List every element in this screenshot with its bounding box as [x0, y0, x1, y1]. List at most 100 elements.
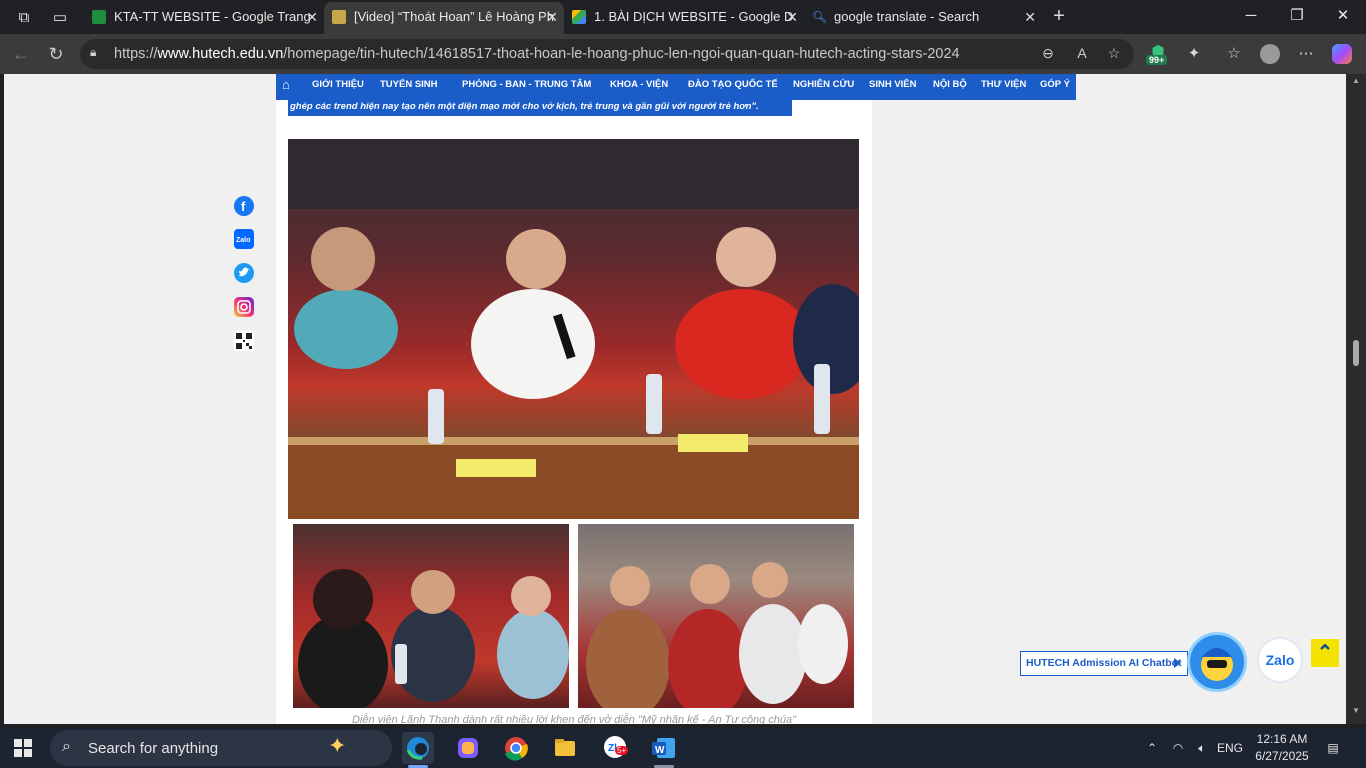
tab-title: google translate - Search — [834, 9, 980, 24]
scroll-to-top-button[interactable]: ⌃ — [1311, 639, 1339, 667]
back-button[interactable]: ← — [8, 42, 34, 66]
wifi-icon[interactable]: ◠ — [1168, 728, 1188, 768]
chatbot-label[interactable]: HUTECH Admission AI Chatbot — [1020, 651, 1188, 676]
home-icon[interactable]: ⌂ — [282, 77, 290, 92]
nav-nghien-cuu[interactable]: NGHIÊN CỨU — [793, 74, 854, 100]
search-placeholder: Search for anything — [88, 740, 219, 757]
zalo-icon[interactable]: Zalo — [234, 229, 254, 249]
language-indicator[interactable]: ENG — [1214, 728, 1246, 768]
instagram-icon[interactable] — [234, 297, 254, 317]
read-aloud-icon[interactable]: A — [1072, 45, 1092, 63]
svg-text:Zalo: Zalo — [236, 237, 250, 244]
clock-date: 6/27/2025 — [1255, 749, 1309, 763]
copilot-icon[interactable] — [1330, 42, 1354, 66]
tab-close-icon[interactable]: ✕ — [546, 2, 558, 32]
qr-code-icon[interactable] — [234, 331, 254, 351]
svg-text:f: f — [241, 199, 246, 214]
tab-sheets[interactable]: KTA-TT WEBSITE - Google Trang tính ✕ — [84, 2, 324, 34]
tab-close-icon[interactable]: ✕ — [306, 2, 318, 32]
facebook-glyph: f — [241, 199, 246, 214]
tab-close-icon[interactable]: ✕ — [1024, 2, 1036, 32]
tab-search[interactable]: 🔍︎ google translate - Search ✕ — [804, 2, 1042, 34]
browser-tab-bar: ⧉ ▭ KTA-TT WEBSITE - Google Trang tính ✕… — [0, 0, 1366, 34]
chatbot-avatar-icon[interactable] — [1187, 632, 1247, 692]
scroll-up-arrow-icon[interactable]: ▲ — [1346, 74, 1366, 88]
lock-icon: 🔒︎ — [90, 45, 97, 59]
word-taskbar-icon[interactable]: W — [648, 732, 680, 764]
favorite-star-icon[interactable]: ☆ — [1104, 45, 1124, 63]
chrome-taskbar-icon[interactable] — [500, 732, 532, 764]
volume-icon[interactable]: 🔈︎ — [1192, 728, 1212, 768]
zalo-taskbar-icon[interactable]: Zl 5+ — [599, 732, 631, 764]
zalo-glyph: Zalo — [236, 237, 250, 244]
scroll-thumb[interactable] — [1353, 340, 1359, 366]
taskbar-search[interactable]: ⌕ Search for anything ✦ — [50, 730, 392, 766]
close-window-button[interactable]: ✕ — [1320, 0, 1366, 34]
windows-start-icon[interactable] — [14, 739, 32, 757]
page-scrollbar[interactable]: ▲ ▼ — [1346, 74, 1366, 724]
nav-gop-y[interactable]: GÓP Ý — [1040, 74, 1070, 100]
nav-noi-bo[interactable]: NỘI BỘ — [933, 74, 967, 100]
refresh-button[interactable]: ↻ — [43, 42, 69, 66]
tab-title: KTA-TT WEBSITE - Google Trang tính — [114, 9, 314, 24]
scroll-down-arrow-icon[interactable]: ▼ — [1346, 704, 1366, 718]
main-navigation: ⌂ GIỚI THIỆU TUYỂN SINH PHÒNG - BAN - TR… — [276, 74, 1076, 100]
notifications-icon[interactable]: ▤ — [1322, 728, 1344, 768]
zoom-out-icon[interactable]: ⊖ — [1038, 45, 1058, 63]
search-favicon-icon: 🔍︎ — [812, 10, 828, 24]
nav-khoa-vien[interactable]: KHOA - VIỆN — [610, 74, 668, 100]
photo-caption: Diễn viên Lãnh Thanh dành rất nhiều lời … — [351, 714, 797, 724]
tab-drive[interactable]: 1. BÀI DỊCH WEBSITE - Google Drive ✕ — [564, 2, 804, 34]
nav-phong-ban[interactable]: PHÒNG - BAN - TRUNG TÂM — [462, 74, 591, 100]
edge-taskbar-icon[interactable] — [402, 732, 434, 764]
zalo-notification-badge: 5+ — [615, 746, 629, 755]
clock-time: 12:16 AM — [1256, 732, 1308, 746]
judges-photo — [288, 139, 859, 519]
show-hidden-icons-icon[interactable]: ⌃ — [1142, 728, 1162, 768]
restore-button[interactable]: ❐ — [1274, 0, 1320, 34]
url-text[interactable]: https://www.hutech.edu.vn/homepage/tin-h… — [114, 46, 960, 62]
profile-avatar-icon[interactable] — [1258, 42, 1282, 66]
nav-thu-vien[interactable]: THƯ VIỆN — [981, 74, 1026, 100]
word-glyph: W — [652, 738, 675, 758]
tab-title: 1. BÀI DỊCH WEBSITE - Google Drive — [594, 9, 794, 24]
system-clock[interactable]: 12:16 AM 6/27/2025 — [1248, 731, 1316, 765]
svg-text:W: W — [655, 745, 665, 756]
nav-gioi-thieu[interactable]: GIỚI THIỆU — [312, 74, 364, 100]
browser-toolbar: ← ↻ 🔒︎ https://www.hutech.edu.vn/homepag… — [0, 34, 1366, 74]
drive-favicon-icon — [572, 10, 586, 24]
edge-glyph — [406, 737, 429, 760]
minimize-button[interactable]: ─ — [1228, 0, 1274, 34]
tab-close-icon[interactable]: ✕ — [786, 2, 798, 32]
nav-tuyen-sinh[interactable]: TUYỂN SINH — [380, 74, 438, 100]
url-prefix: https:// — [114, 46, 158, 62]
selected-article-text[interactable]: ghép các trend hiện nay tạo nên một diện… — [288, 100, 792, 116]
chatbot-pointer — [1174, 658, 1181, 668]
more-menu-icon[interactable]: ⋯ — [1294, 42, 1318, 66]
extensions-puzzle-icon[interactable]: ✦ — [1182, 42, 1206, 66]
zalo-chat-button[interactable]: Zalo — [1257, 637, 1303, 683]
tab-actions-icon[interactable]: ▭ — [48, 5, 72, 29]
nav-dao-tao-quoc-te[interactable]: ĐÀO TẠO QUỐC TẾ — [688, 74, 778, 100]
audience-photo-left-art — [298, 569, 569, 708]
sheets-favicon-icon — [92, 10, 106, 24]
workspaces-icon[interactable]: ⧉ — [12, 5, 36, 29]
qr-glyph — [236, 333, 252, 349]
twitter-glyph — [239, 267, 250, 277]
facebook-icon[interactable]: f — [234, 196, 254, 216]
chrome-glyph — [505, 737, 528, 761]
windows-taskbar: ⌕ Search for anything ✦ Zl 5+ W ⌃ ◠ 🔈︎ E… — [0, 728, 1366, 768]
copilot-taskbar-icon[interactable] — [452, 732, 484, 764]
chatbot-face — [1201, 648, 1233, 681]
tab-article[interactable]: [Video] “Thoát Hoan” Lê Hoàng Phúc ✕ — [324, 2, 564, 34]
file-explorer-taskbar-icon[interactable] — [549, 732, 581, 764]
nav-sinh-vien[interactable]: SINH VIÊN — [869, 74, 917, 100]
folder-glyph — [555, 739, 575, 756]
new-tab-button[interactable]: + — [1046, 4, 1072, 30]
copilot-glyph — [458, 738, 478, 758]
twitter-icon[interactable] — [234, 263, 254, 283]
audience-photo-left — [293, 524, 569, 708]
extension-badge: 99+ — [1146, 55, 1168, 65]
favorites-icon[interactable]: ☆ — [1222, 42, 1246, 66]
address-bar[interactable]: 🔒︎ https://www.hutech.edu.vn/homepage/ti… — [80, 39, 1134, 69]
